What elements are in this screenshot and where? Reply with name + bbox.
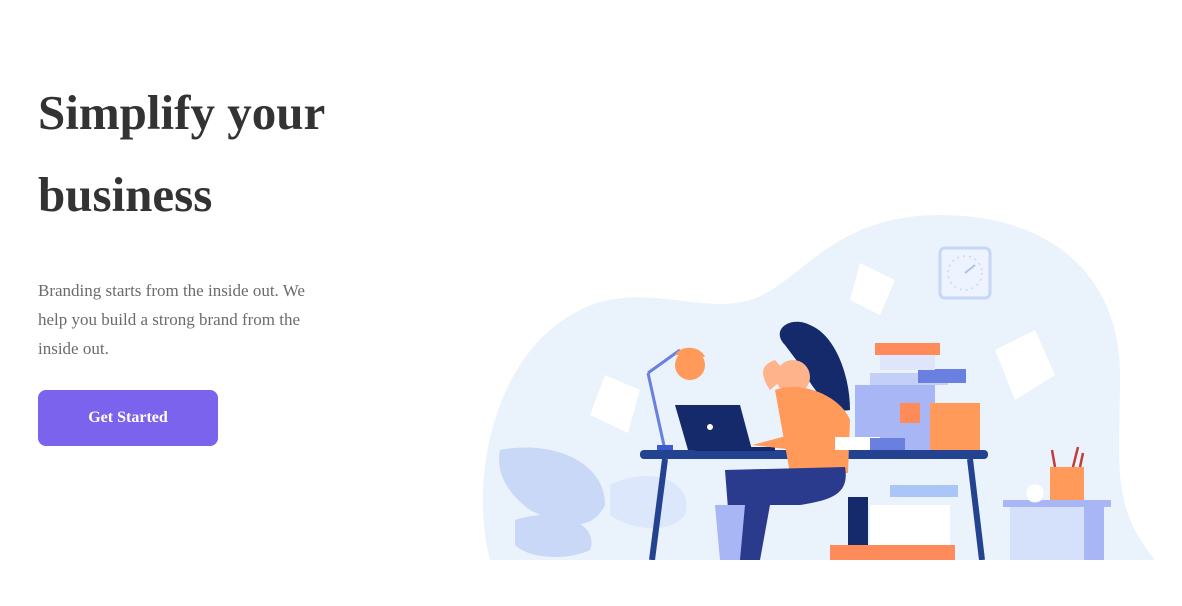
hero-headline: Simplify your business bbox=[38, 85, 325, 222]
get-started-button[interactable]: Get Started bbox=[38, 390, 218, 446]
hero-illustration bbox=[482, 215, 1156, 560]
hero-text: Simplify your business Branding starts f… bbox=[38, 72, 368, 363]
hero-subcopy: Branding starts from the inside out. We … bbox=[38, 281, 305, 358]
mug-icon bbox=[1025, 483, 1045, 503]
clock-icon bbox=[938, 246, 992, 300]
side-table bbox=[1003, 500, 1111, 560]
